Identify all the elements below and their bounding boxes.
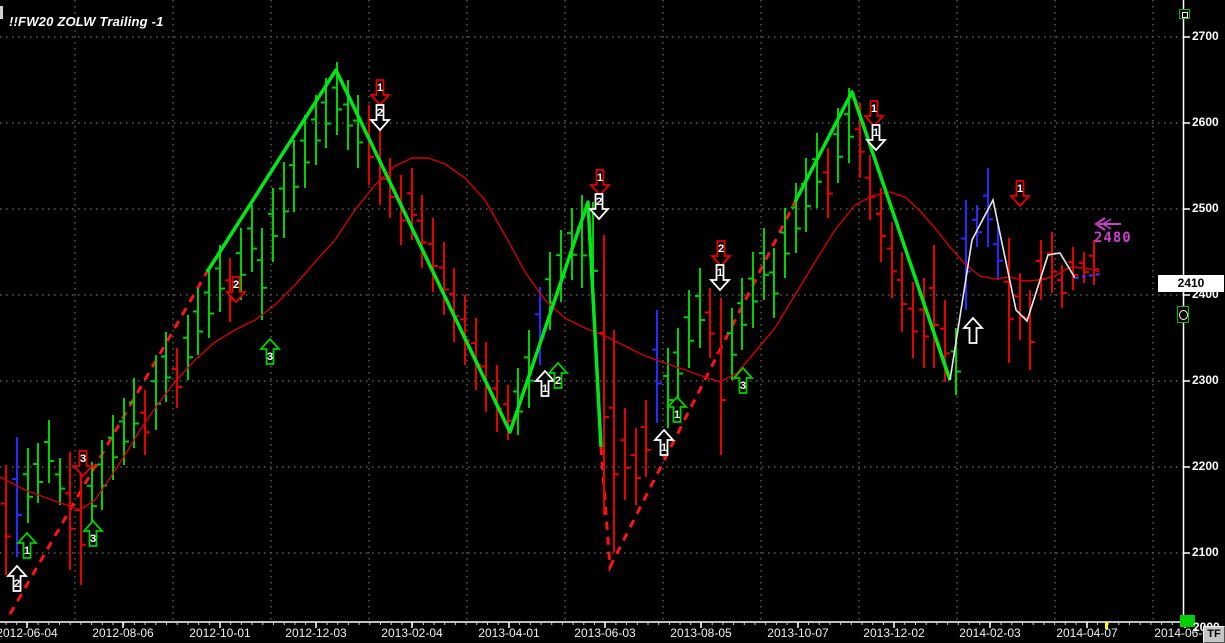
x-axis-label: 2012-06-04 <box>0 626 58 640</box>
x-axis-label: 2013-12-02 <box>863 626 924 640</box>
trailing-white-line <box>950 200 1075 380</box>
x-axis-label: 2012-12-03 <box>285 626 346 640</box>
y-axis-label: 2600 <box>1192 115 1225 129</box>
signal-arrow-label: 3 <box>740 380 746 392</box>
indicator-handle-square-icon[interactable] <box>1179 9 1190 19</box>
price-chart-plot[interactable]: 21332312121211213111 <box>0 0 1225 643</box>
last-price-box: 2410 <box>1158 275 1224 292</box>
indicator-handle-circle-icon[interactable] <box>1177 306 1189 323</box>
x-axis-label: 2012-08-06 <box>92 626 153 640</box>
price-target-annotation: 2480 <box>1094 230 1132 246</box>
signal-arrow-label: 2 <box>596 196 602 208</box>
signal-arrow-label: 1 <box>674 409 680 421</box>
x-axis-label: 2014-02-03 <box>959 626 1020 640</box>
signal-arrow-label: 3 <box>90 533 96 545</box>
y-axis-label: 2200 <box>1192 459 1225 473</box>
signal-arrow-label: 2 <box>14 578 20 590</box>
trailing-blue-dash-line <box>1075 274 1100 278</box>
signal-arrow-label: 1 <box>871 103 877 115</box>
signal-arrow-label: 3 <box>267 351 273 363</box>
signal-arrow-label: 1 <box>873 127 879 139</box>
y-axis-label: 2500 <box>1192 201 1225 215</box>
zigzag-red-dashed-line <box>10 272 207 614</box>
signal-arrow-label: 1 <box>717 267 723 279</box>
signal-arrow-label: 1 <box>597 172 603 184</box>
signal-arrow-label: 2 <box>377 107 383 119</box>
signal-arrow-label: 1 <box>377 82 383 94</box>
x-axis-label: 2014-04-07 <box>1056 626 1117 640</box>
x-axis-label: 2013-06-03 <box>574 626 635 640</box>
signal-arrow-label: 1 <box>24 545 30 557</box>
x-axis-label: 2013-02-04 <box>381 626 442 640</box>
chart-window: 21332312121211213111 !!FW20 ZOLW Trailin… <box>0 0 1225 643</box>
zigzag-red-dashed-line <box>601 202 795 567</box>
x-axis-label: 2013-10-07 <box>767 626 828 640</box>
y-axis-label: 2700 <box>1192 29 1225 43</box>
signal-arrow-label: 3 <box>80 453 86 465</box>
signal-arrow-label: 1 <box>1017 183 1023 195</box>
timeframe-button[interactable]: TF <box>1203 626 1225 643</box>
signal-arrow-label: 1 <box>542 383 548 395</box>
signal-arrow-up-white-icon <box>964 318 982 343</box>
chart-title: !!FW20 ZOLW Trailing -1 <box>9 14 164 29</box>
signal-arrow-label: 2 <box>718 243 724 255</box>
y-axis-label: 2100 <box>1192 545 1225 559</box>
signal-arrow-label: 2 <box>233 279 239 291</box>
signal-arrow-label: 1 <box>661 442 667 454</box>
y-axis-label: 2300 <box>1192 373 1225 387</box>
signal-arrow-label: 2 <box>555 375 561 387</box>
x-axis-label: 2013-04-01 <box>478 626 539 640</box>
scroll-edge-marker <box>0 6 3 19</box>
x-axis-label: 2013-08-05 <box>670 626 731 640</box>
x-axis-label: 2012-10-01 <box>189 626 250 640</box>
